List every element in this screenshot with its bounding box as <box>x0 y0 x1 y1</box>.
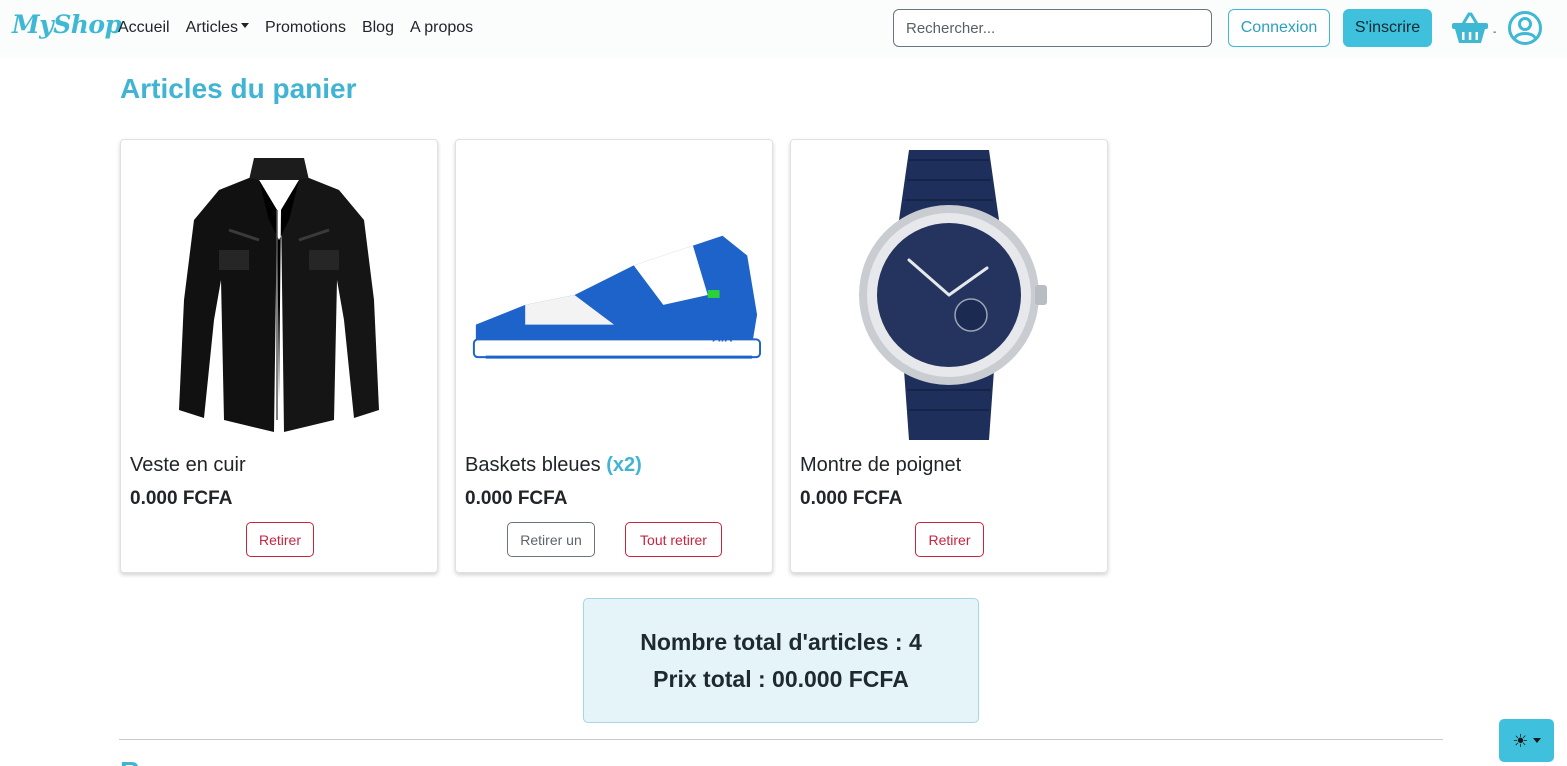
item-price: 0.000 FCFA <box>800 488 903 509</box>
item-price: 0.000 FCFA <box>130 488 233 509</box>
remove-button[interactable]: Retirer <box>915 522 984 557</box>
svg-text:AIR: AIR <box>712 330 734 344</box>
caret-down-icon <box>241 23 250 29</box>
total-price: Prix total : 00.000 FCFA <box>653 665 909 692</box>
item-name-label: Veste en cuir <box>130 454 246 476</box>
page-title: Articles du panier <box>120 73 357 104</box>
item-name: Veste en cuir <box>130 454 246 477</box>
nav-link-blog[interactable]: Blog <box>362 19 394 37</box>
svg-text:"AIR": "AIR" <box>658 321 695 337</box>
nav-link-promotions[interactable]: Promotions <box>265 19 346 37</box>
item-price: 0.000 FCFA <box>465 488 568 509</box>
remove-one-button[interactable]: Retirer un <box>507 522 595 557</box>
wrist-watch-image <box>801 148 1097 442</box>
divider <box>119 739 1443 740</box>
total-items: Nombre total d'articles : 4 <box>640 628 922 655</box>
item-name: Baskets bleues (x2) <box>465 454 642 477</box>
signup-button[interactable]: S'inscrire <box>1343 9 1432 47</box>
nav-links: Accueil Articles Promotions Blog A propo… <box>118 19 489 37</box>
cart-item-card: Veste en cuir 0.000 FCFA Retirer <box>120 139 438 573</box>
brand-logo[interactable]: MyShop <box>12 10 122 39</box>
nav-link-a-propos[interactable]: A propos <box>410 19 473 37</box>
cart-item-card: Montre de poignet 0.000 FCFA Retirer <box>790 139 1108 573</box>
caret-down-icon <box>1532 738 1541 743</box>
nav-link-articles-label: Articles <box>185 19 239 36</box>
item-name: Montre de poignet <box>800 454 961 477</box>
item-name-label: Montre de poignet <box>800 454 962 476</box>
nav-link-articles[interactable]: Articles <box>185 19 250 37</box>
remove-all-button[interactable]: Tout retirer <box>625 522 722 557</box>
user-circle-icon[interactable] <box>1507 10 1543 46</box>
item-quantity: (x2) <box>606 454 642 476</box>
sun-icon: ☀ <box>1512 730 1529 751</box>
nav-link-accueil[interactable]: Accueil <box>118 19 170 37</box>
next-section-title: Bon <box>120 756 174 766</box>
blue-sneaker-image: "AIR" AIR <box>466 148 762 442</box>
search-input[interactable] <box>893 9 1212 47</box>
cart-count: - <box>1493 27 1497 38</box>
cart-item-card: "AIR" AIR Baskets bleues (x2) 0.000 FCFA… <box>455 139 773 573</box>
leather-jacket-image <box>131 148 427 442</box>
cart-summary: Nombre total d'articles : 4 Prix total :… <box>583 598 979 723</box>
theme-toggle-button[interactable]: ☀ <box>1499 719 1554 762</box>
item-name-label: Baskets bleues <box>465 454 601 476</box>
basket-icon[interactable] <box>1450 11 1490 45</box>
login-button[interactable]: Connexion <box>1228 9 1330 47</box>
remove-button[interactable]: Retirer <box>246 522 314 557</box>
navbar: MyShop Accueil Articles Promotions Blog … <box>0 0 1567 58</box>
